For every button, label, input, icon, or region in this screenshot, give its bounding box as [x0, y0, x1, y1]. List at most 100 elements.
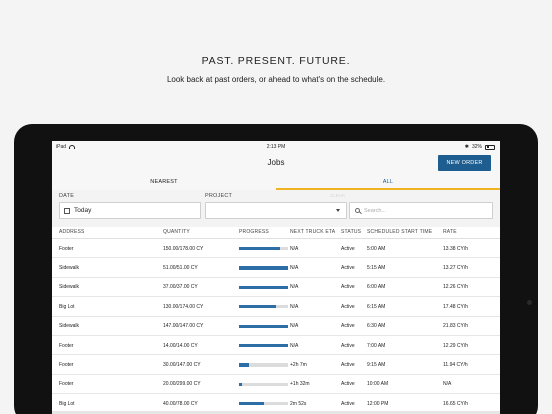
quantity-cell: 37.00/37.00 CY [163, 284, 198, 291]
table-row[interactable]: Sidewalk 147.00/147.00 CY N/A Active 6:30 AM… [52, 316, 500, 336]
progress-bar [239, 344, 288, 348]
address-cell: Sidewalk [59, 284, 80, 291]
status-time: 2:13 PM [266, 144, 286, 150]
address-cell: Footer [59, 342, 74, 349]
clear-button[interactable]: CLEAR [330, 193, 345, 198]
tab-all[interactable]: ALL [276, 175, 500, 190]
tab-bar: NEAREST ALL [52, 175, 500, 190]
start-time-cell: 5:00 AM [367, 245, 386, 252]
progress-fill [239, 363, 249, 367]
address-cell: Big Lot [59, 303, 75, 310]
column-header-eta[interactable]: NEXT TRUCK ETA [290, 229, 335, 235]
tab-nearest[interactable]: NEAREST [52, 175, 276, 190]
status-cell: Active [341, 284, 355, 291]
start-time-cell: 10:00 AM [367, 381, 389, 388]
table-row[interactable]: Footer 20.00/299.00 CY +1h 32m Active 10:00 … [52, 374, 500, 395]
date-value: Today [74, 207, 92, 214]
status-cell: Active [341, 342, 355, 349]
rate-cell: 12.26 CY/h [443, 284, 469, 291]
battery-icon [485, 144, 495, 150]
calendar-icon [64, 207, 70, 214]
address-cell: Sidewalk [59, 265, 80, 272]
column-header-address[interactable]: ADDRESS [59, 229, 85, 235]
progress-fill [239, 402, 264, 406]
quantity-cell: 147.00/147.00 CY [163, 323, 204, 330]
home-camera-dot [527, 300, 532, 305]
new-order-button[interactable]: NEW ORDER [438, 155, 491, 171]
rate-cell: 12.29 CY/h [443, 342, 469, 349]
quantity-cell: 14.00/14.00 CY [163, 342, 198, 349]
project-select[interactable] [205, 202, 347, 219]
status-cell: Active [341, 323, 355, 330]
table-row[interactable]: Sidewalk 37.00/37.00 CY N/A Active 6:00 AM 12… [52, 277, 500, 298]
eta-cell: N/A [290, 303, 299, 310]
rate-cell: 21.83 CY/h [443, 323, 469, 330]
status-bar: iPad 2:13 PM ✱ 32% [52, 141, 500, 153]
progress-bar [239, 285, 288, 289]
promo-headline: PAST. PRESENT. FUTURE. [201, 55, 351, 67]
progress-fill [239, 324, 288, 328]
quantity-cell: 130.00/174.00 CY [163, 303, 204, 310]
status-cell: Active [341, 245, 355, 252]
table-header: ADDRESS QUANTITY PROGRESS NEXT TRUCK ETA… [52, 227, 500, 239]
table-row[interactable]: Footer 150.00/178.00 CY N/A Active 5:00 AM 13… [52, 239, 500, 259]
eta-cell: N/A [290, 323, 299, 330]
progress-fill [239, 285, 288, 289]
table-row[interactable]: Big Lot 130.00/174.00 CY N/A Active 6:15 AM 1… [52, 297, 500, 317]
address-cell: Footer [59, 381, 74, 388]
column-header-start-time[interactable]: SCHEDULED START TIME [367, 229, 432, 235]
eta-cell: +1h 32m [290, 381, 310, 388]
eta-cell: N/A [290, 265, 299, 272]
progress-fill [239, 247, 281, 251]
eta-cell: N/A [290, 342, 299, 349]
promo-subline: Look back at past orders, or ahead to wh… [166, 75, 386, 84]
quantity-cell: 51.00/51.00 CY [163, 265, 198, 272]
start-time-cell: 6:30 AM [367, 323, 386, 330]
date-label: DATE [59, 193, 75, 199]
progress-bar [239, 305, 288, 309]
status-cell: Active [341, 381, 355, 388]
rate-cell: N/A [443, 381, 452, 388]
column-header-progress[interactable]: PROGRESS [239, 229, 269, 235]
date-picker[interactable]: Today [59, 202, 201, 219]
start-time-cell: 6:15 AM [367, 303, 386, 310]
rate-cell: 11.94 CY/h [443, 362, 468, 369]
column-header-quantity[interactable]: QUANTITY [163, 229, 190, 235]
search-icon [355, 208, 360, 213]
status-cell: Active [341, 303, 355, 310]
quantity-cell: 150.00/178.00 CY [163, 245, 204, 252]
progress-bar [239, 324, 288, 328]
progress-bar [239, 363, 288, 367]
progress-fill [239, 344, 288, 348]
search-input[interactable]: Search... [349, 202, 493, 219]
nav-bar: Jobs NEW ORDER [52, 153, 500, 175]
tablet-screen: iPad 2:13 PM ✱ 32% Jobs NEW ORDER NEARES… [52, 141, 500, 414]
bluetooth-icon: ✱ [464, 144, 469, 150]
quantity-cell: 30.00/147.00 CY [163, 362, 201, 369]
rate-cell: 17.48 CY/h [443, 303, 469, 310]
start-time-cell: 9:15 AM [367, 362, 386, 369]
progress-fill [239, 266, 288, 270]
address-cell: Footer [59, 245, 74, 252]
progress-bar [239, 402, 288, 406]
eta-cell: +2h 7m [290, 362, 307, 369]
eta-cell: N/A [290, 245, 299, 252]
start-time-cell: 7:00 AM [367, 342, 386, 349]
progress-bar [239, 247, 288, 251]
status-cell: Active [341, 362, 355, 369]
battery-percent: 32% [471, 144, 482, 150]
chevron-down-icon [336, 209, 340, 212]
start-time-cell: 6:00 AM [367, 284, 386, 291]
progress-fill [239, 305, 276, 309]
table-row[interactable]: Footer 14.00/14.00 CY N/A Active 7:00 AM 12.2… [52, 336, 500, 356]
status-cell: Active [341, 265, 355, 272]
rate-cell: 13.27 CY/h [443, 265, 469, 272]
column-header-rate[interactable]: RATE [443, 229, 457, 235]
table-row[interactable]: Footer 30.00/147.00 CY +2h 7m Active 9:15 AM… [52, 355, 500, 375]
address-cell: Footer [59, 362, 74, 369]
column-header-status[interactable]: STATUS [341, 229, 361, 235]
progress-fill [239, 382, 243, 386]
table-row[interactable]: Sidewalk 51.00/51.00 CY N/A Active 5:15 AM 13… [52, 258, 500, 278]
address-cell: Sidewalk [59, 323, 80, 330]
filter-bar: DATE PROJECT CLEAR Today Search... [52, 190, 500, 227]
